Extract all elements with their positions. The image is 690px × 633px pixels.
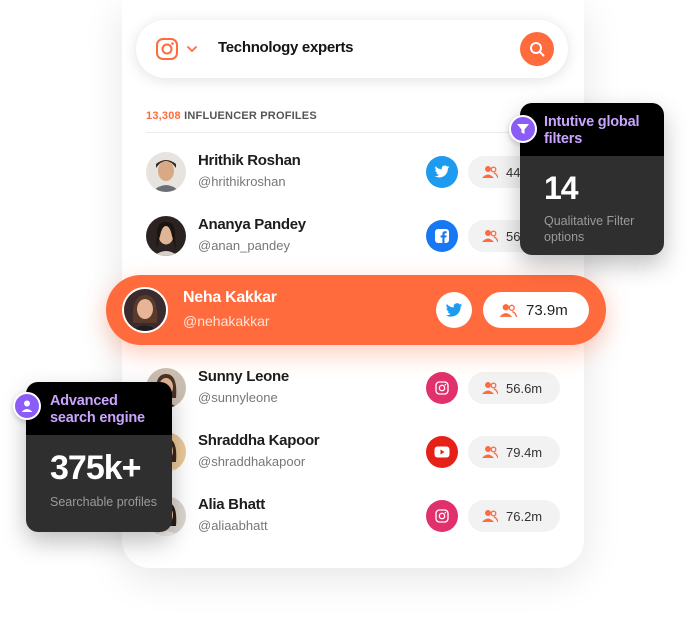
search-engine-panel-title: Advanced search engine: [26, 382, 172, 435]
search-engine-panel-value: 375k+: [50, 449, 142, 487]
search-input[interactable]: Technology experts: [218, 39, 354, 56]
results-count-label: INFLUENCER PROFILES: [184, 110, 317, 122]
followers-pill: 73.9m: [483, 292, 589, 328]
users-icon: [482, 446, 498, 459]
youtube-icon[interactable]: [426, 436, 458, 468]
results-count-number: 13,308: [146, 110, 181, 122]
twitter-icon[interactable]: [436, 292, 472, 328]
avatar: [146, 152, 186, 192]
profile-name: Shraddha Kapoor: [198, 432, 320, 449]
instagram-icon[interactable]: [426, 372, 458, 404]
followers-pill: 56.6m: [468, 372, 560, 404]
filters-panel: Intutive global filters 14 Qualitative F…: [520, 103, 664, 255]
profile-handle: @aliaabhatt: [198, 518, 268, 533]
list-item[interactable]: Shraddha Kapoor @shraddhakapoor 79.4m: [146, 426, 566, 476]
users-icon: [499, 303, 517, 317]
divider: [146, 132, 566, 133]
profile-name: Neha Kakkar: [183, 289, 277, 306]
profile-handle: @anan_pandey: [198, 238, 290, 253]
instagram-icon[interactable]: [155, 37, 179, 61]
profile-handle: @nehakakkar: [183, 313, 270, 329]
filter-icon: [509, 115, 537, 143]
list-item[interactable]: Hrithik Roshan @hrithikroshan 44: [146, 146, 566, 196]
followers-pill: 79.4m: [468, 436, 560, 468]
followers-count: 76.2m: [506, 508, 543, 524]
user-icon: [13, 392, 41, 420]
highlighted-list-item[interactable]: Neha Kakkar @nehakakkar 73.9m: [106, 275, 606, 345]
list-item[interactable]: Ananya Pandey @anan_pandey 56: [146, 210, 566, 260]
profile-name: Hrithik Roshan: [198, 152, 301, 169]
list-item[interactable]: Sunny Leone @sunnyleone 56.6m: [146, 362, 566, 412]
followers-count: 79.4m: [506, 444, 543, 460]
followers-count: 56.6m: [506, 380, 543, 396]
avatar: [146, 216, 186, 256]
followers-count: 56: [506, 228, 521, 244]
list-item[interactable]: Alia Bhatt @aliaabhatt 76.2m: [146, 490, 566, 540]
profile-handle: @shraddhakapoor: [198, 454, 306, 469]
search-icon: [530, 42, 545, 57]
profile-name: Ananya Pandey: [198, 216, 306, 233]
followers-count: 73.9m: [526, 301, 568, 319]
search-engine-panel-caption: Searchable profiles: [50, 495, 158, 509]
chevron-down-icon[interactable]: [186, 44, 198, 54]
filters-panel-title: Intutive global filters: [520, 103, 664, 156]
users-icon: [482, 510, 498, 523]
search-bar[interactable]: Technology experts: [136, 20, 568, 78]
followers-pill: 76.2m: [468, 500, 560, 532]
profile-handle: @hrithikroshan: [198, 174, 286, 189]
profile-handle: @sunnyleone: [198, 390, 278, 405]
followers-count: 44: [506, 164, 521, 180]
filters-panel-value: 14: [544, 170, 579, 206]
instagram-icon[interactable]: [426, 500, 458, 532]
profile-name: Sunny Leone: [198, 368, 289, 385]
avatar: [122, 287, 168, 333]
filters-panel-caption: Qualitative Filter options: [544, 214, 635, 244]
search-engine-panel: Advanced search engine 375k+ Searchable …: [26, 382, 172, 532]
profile-name: Alia Bhatt: [198, 496, 266, 513]
users-icon: [482, 166, 498, 179]
users-icon: [482, 230, 498, 243]
twitter-icon[interactable]: [426, 156, 458, 188]
results-count: 13,308 INFLUENCER PROFILES: [146, 110, 317, 122]
users-icon: [482, 382, 498, 395]
facebook-icon[interactable]: [426, 220, 458, 252]
search-button[interactable]: [520, 32, 554, 66]
